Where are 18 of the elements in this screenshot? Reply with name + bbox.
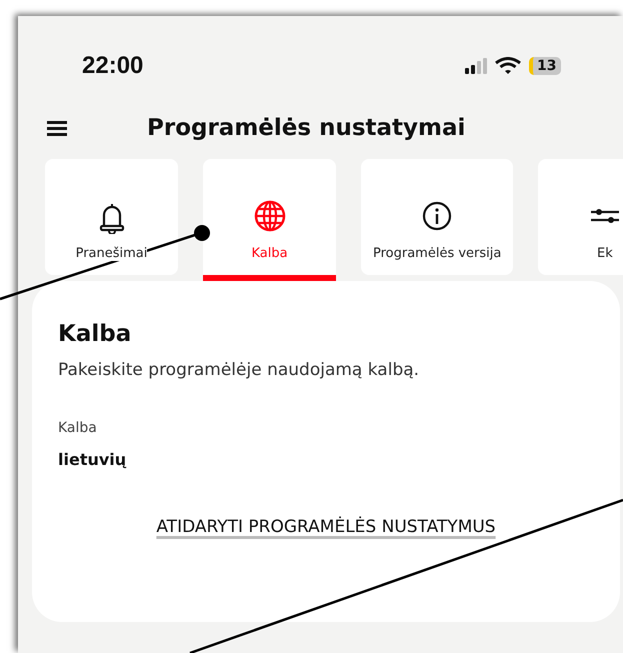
settings-tab[interactable]: Ek	[538, 159, 623, 275]
status-time: 22:00	[82, 52, 144, 80]
wifi-icon	[495, 57, 521, 75]
card-title: Kalba	[58, 321, 132, 347]
tab-label: Programėlės versija	[373, 246, 502, 261]
open-settings-link[interactable]: ATIDARYTI PROGRAMĖLĖS NUSTATYMUS	[156, 517, 496, 537]
tab-label: Pranešimai	[76, 246, 148, 261]
settings-tab[interactable]: Programėlės versija	[361, 159, 514, 275]
screen-title: Programėlės nustatymai	[147, 115, 466, 141]
globe-icon	[252, 200, 286, 234]
field-label: Kalba	[58, 420, 98, 436]
card-description: Pakeiskite programėlėje naudojamą kalbą.	[58, 360, 420, 380]
settings-tab[interactable]: Kalba	[203, 159, 336, 275]
field-value[interactable]: lietuvių	[58, 450, 126, 469]
battery-indicator: 13	[529, 57, 562, 75]
menu-icon[interactable]	[47, 120, 67, 136]
settings-tab[interactable]: Pranešimai	[45, 159, 178, 275]
signal-icon	[465, 58, 487, 74]
